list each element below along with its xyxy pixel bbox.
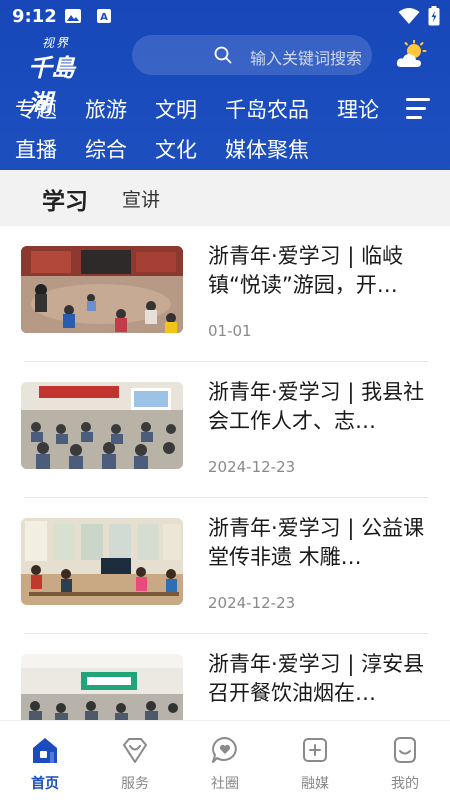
tab-home[interactable]: 首页: [0, 721, 90, 800]
tab-media[interactable]: 融媒: [270, 721, 360, 800]
wifi-icon: [398, 8, 420, 24]
nav-item-live[interactable]: 直播: [15, 134, 57, 164]
tab-mine-label: 我的: [391, 776, 419, 792]
chat-heart-icon: [212, 737, 237, 763]
article-title: 浙青年·爱学习 | 我县社会工作人才、志…: [208, 380, 425, 433]
article-date: 2024-12-23: [208, 458, 296, 476]
image-notification-icon: [65, 9, 81, 23]
article-date: 2024-12-23: [208, 594, 296, 612]
article-thumbnail: [21, 654, 183, 720]
tab-home-label: 首页: [31, 776, 59, 792]
article-title: 浙青年·爱学习 | 公益课堂传非遗 木雕…: [208, 516, 425, 569]
nav-item-topics[interactable]: 专题: [15, 94, 57, 124]
list-item[interactable]: 浙青年·爱学习 | 公益课堂传非遗 木雕… 2024-12-23: [0, 498, 450, 634]
weather-icon[interactable]: [396, 40, 428, 70]
user-face-icon: [394, 737, 416, 763]
battery-icon: [428, 6, 440, 26]
article-title: 浙青年·爱学习 | 临岐镇“悦读”游园，开…: [208, 244, 404, 297]
tab-mine[interactable]: 我的: [360, 721, 450, 800]
nav-item-culture[interactable]: 文化: [155, 134, 197, 164]
list-item[interactable]: 浙青年·爱学习 | 临岐镇“悦读”游园，开… 01-01: [0, 226, 450, 362]
nav-item-agri-products[interactable]: 千岛农品: [225, 94, 309, 124]
status-time: 9:12: [12, 6, 57, 27]
article-thumbnail: [21, 382, 183, 469]
nav-item-theory[interactable]: 理论: [337, 94, 379, 124]
tab-service[interactable]: 服务: [90, 721, 180, 800]
subtab-study[interactable]: 学习: [42, 182, 88, 216]
more-categories-icon[interactable]: [406, 98, 430, 120]
search-icon: [214, 46, 232, 64]
tab-media-label: 融媒: [301, 776, 329, 792]
add-box-icon: [303, 738, 327, 762]
subtab-preach[interactable]: 宣讲: [122, 185, 160, 212]
nav-item-media-focus[interactable]: 媒体聚焦: [225, 134, 309, 164]
list-item[interactable]: 浙青年·爱学习 | 我县社会工作人才、志… 2024-12-23: [0, 362, 450, 498]
diamond-heart-icon: [123, 738, 147, 763]
search-bar[interactable]: 输入关键词搜索: [132, 35, 372, 75]
status-bar: 9:12 A: [0, 0, 450, 34]
article-title: 浙青年·爱学习 | 淳安县召开餐饮油烟在…: [208, 652, 425, 705]
app-header: 9:12 A 视界 千島湖 输入关键词搜索 专题 旅游 文明 千岛农品 理论 直…: [0, 0, 450, 170]
app-logo: 视界 千島湖: [28, 34, 92, 117]
nav-item-travel[interactable]: 旅游: [85, 94, 127, 124]
search-placeholder: 输入关键词搜索: [250, 49, 363, 68]
svg-text:A: A: [100, 12, 108, 23]
article-date: 01-01: [208, 322, 252, 340]
text-notification-icon: A: [97, 9, 111, 23]
article-thumbnail: [21, 518, 183, 605]
article-thumbnail: [21, 246, 183, 333]
nav-item-general[interactable]: 综合: [85, 134, 127, 164]
nav-item-civilization[interactable]: 文明: [155, 94, 197, 124]
sub-tabs: 学习 宣讲: [0, 170, 450, 226]
bottom-tab-bar: 首页 服务 社圈 融媒 我的: [0, 720, 450, 800]
tab-service-label: 服务: [121, 776, 149, 792]
article-list: 浙青年·爱学习 | 临岐镇“悦读”游园，开… 01-01 浙青年·爱学习 | 我…: [0, 226, 450, 720]
tab-community[interactable]: 社圈: [180, 721, 270, 800]
list-item[interactable]: 浙青年·爱学习 | 淳安县召开餐饮油烟在…: [0, 634, 450, 720]
tab-community-label: 社圈: [211, 776, 239, 792]
home-icon: [33, 738, 57, 763]
